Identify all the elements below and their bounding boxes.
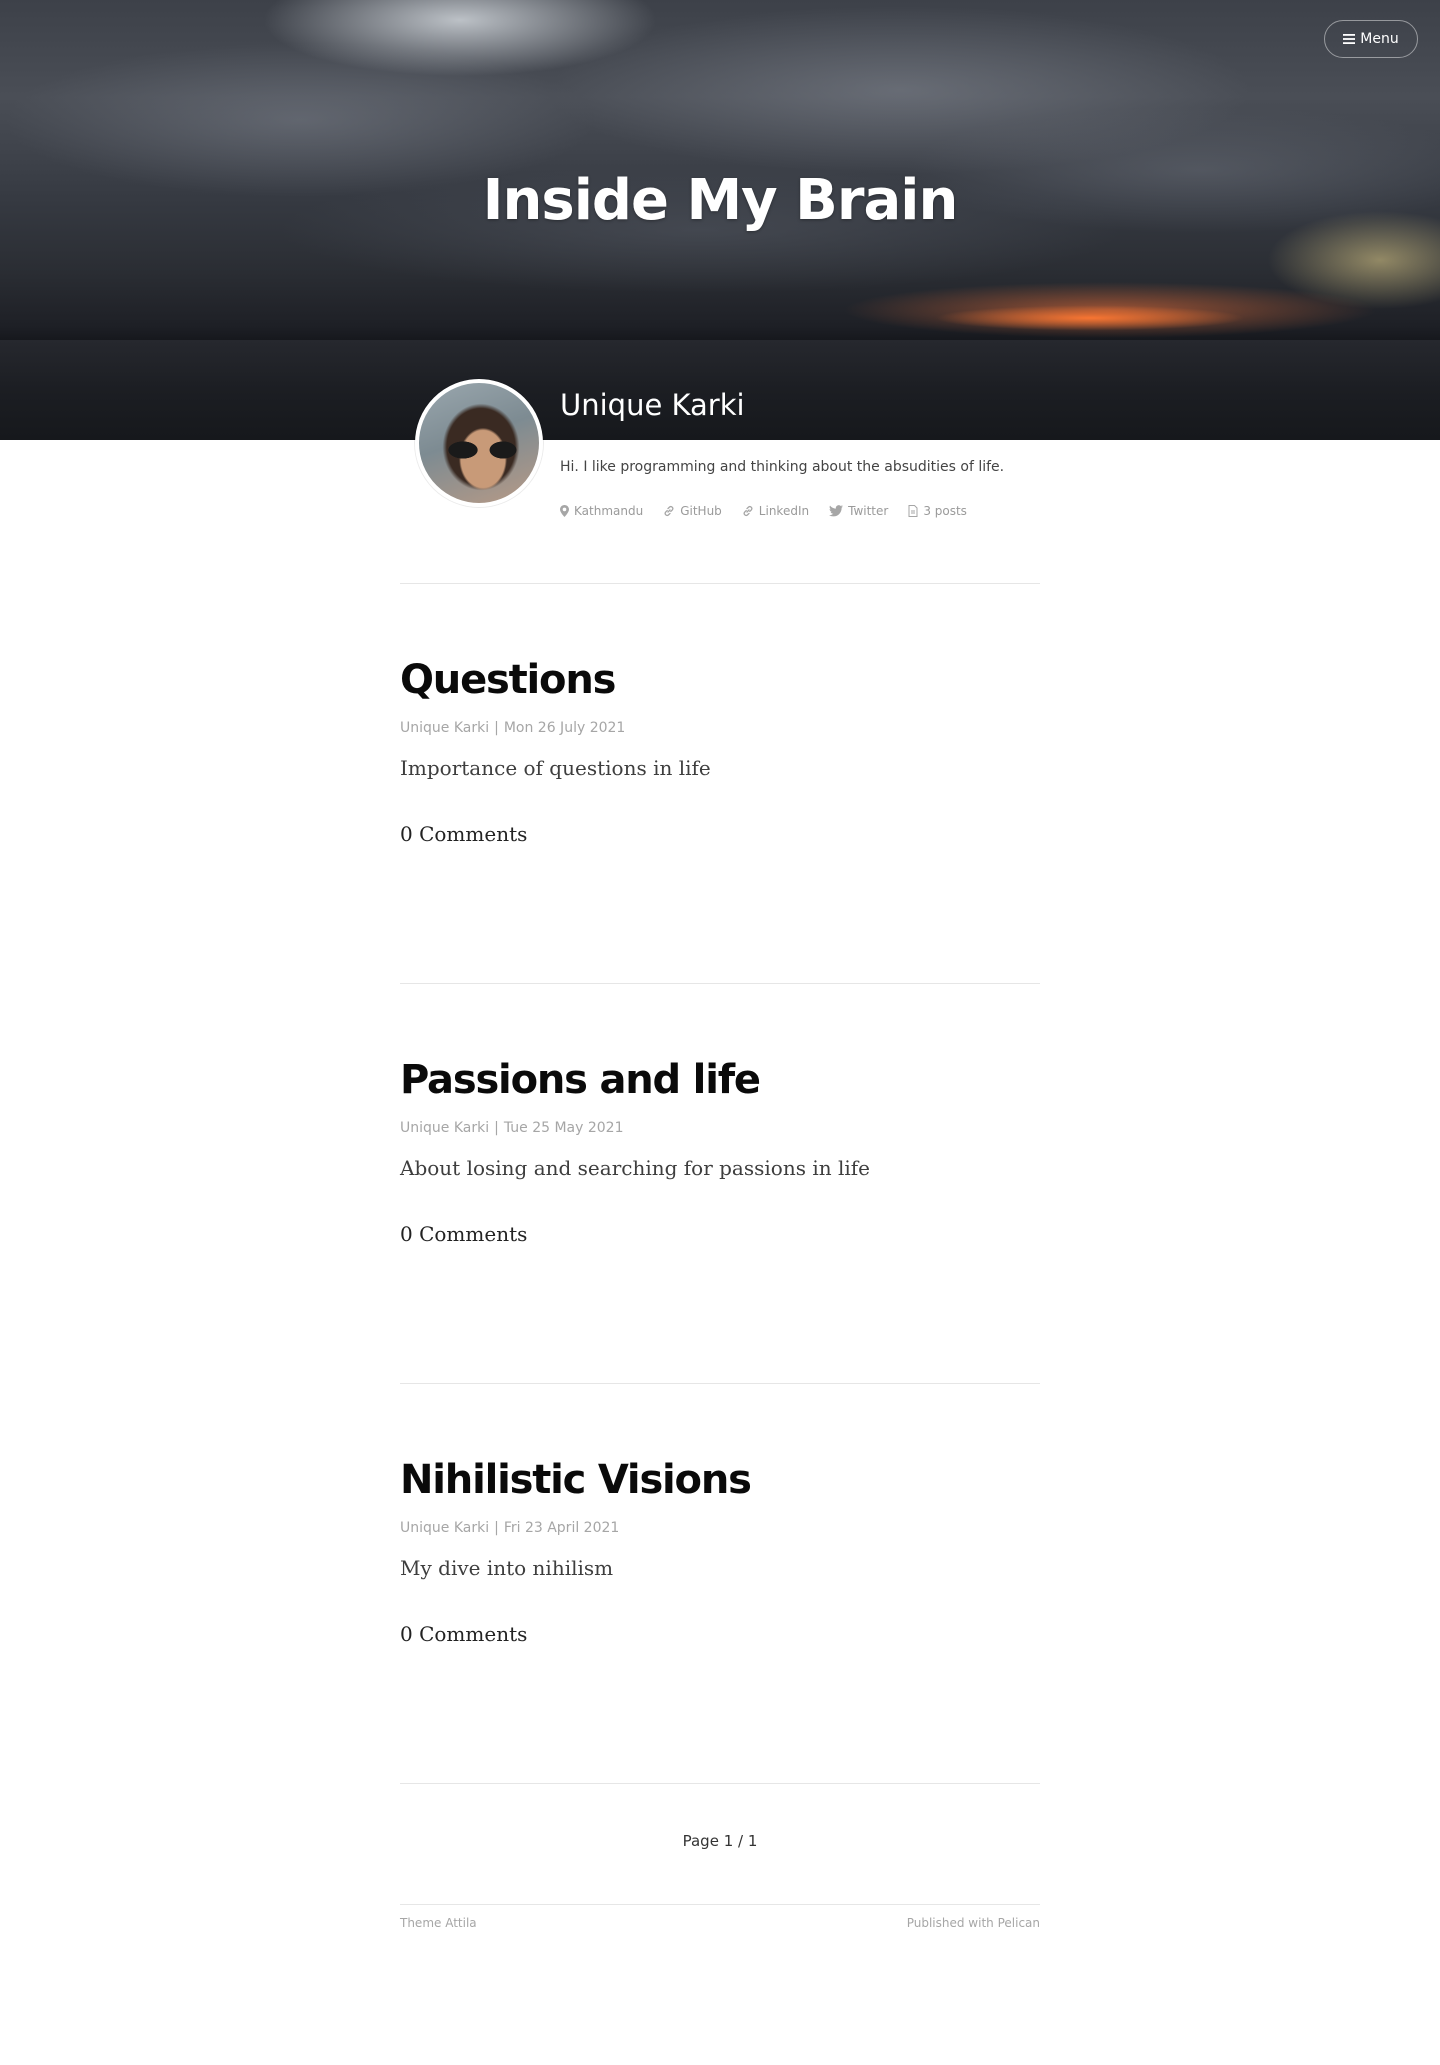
author-posts-label: 3 posts xyxy=(923,504,967,518)
document-icon xyxy=(908,505,918,517)
post-meta-separator: | xyxy=(494,1120,499,1136)
author-meta: Kathmandu GitHub LinkedIn Twitter 3 post… xyxy=(560,504,967,518)
post-title[interactable]: Nihilistic Visions xyxy=(400,1454,1040,1506)
twitter-bird-icon xyxy=(829,505,844,517)
post-meta-separator: | xyxy=(494,720,499,736)
post-date: Tue 25 May 2021 xyxy=(503,1120,624,1136)
author-github-link[interactable]: GitHub xyxy=(663,504,722,518)
post-author[interactable]: Unique Karki xyxy=(400,1120,489,1136)
post-date: Fri 23 April 2021 xyxy=(503,1520,620,1536)
site-title[interactable]: Inside My Brain xyxy=(0,168,1440,233)
post-meta: Unique Karki | Tue 25 May 2021 xyxy=(400,1120,1040,1136)
author-avatar[interactable] xyxy=(415,379,543,507)
post-item: Nihilistic Visions Unique Karki | Fri 23 A… xyxy=(400,1454,1040,1646)
post-meta-separator: | xyxy=(494,1520,499,1536)
post-comments-link[interactable]: 0 Comments xyxy=(400,1222,527,1246)
menu-label: Menu xyxy=(1360,31,1399,47)
hamburger-icon xyxy=(1343,34,1356,44)
author-linkedin-label: LinkedIn xyxy=(758,504,810,518)
post-summary: About losing and searching for passions … xyxy=(400,1156,870,1180)
footer-divider xyxy=(400,1904,1040,1905)
post-comments-link[interactable]: 0 Comments xyxy=(400,1622,527,1646)
post-comments-link[interactable]: 0 Comments xyxy=(400,822,527,846)
author-linkedin-link[interactable]: LinkedIn xyxy=(742,504,809,518)
divider xyxy=(400,1783,1040,1784)
post-summary: My dive into nihilism xyxy=(400,1556,614,1580)
post-item: Questions Unique Karki | Mon 26 July 2021 … xyxy=(400,654,1040,846)
link-icon xyxy=(743,505,753,517)
divider xyxy=(400,1383,1040,1384)
author-github-label: GitHub xyxy=(680,504,722,518)
post-title[interactable]: Passions and life xyxy=(400,1054,1040,1106)
divider xyxy=(400,983,1040,984)
post-author[interactable]: Unique Karki xyxy=(400,1520,489,1536)
author-posts-count: 3 posts xyxy=(908,504,967,518)
hero-header: Inside My Brain xyxy=(0,0,1440,440)
post-author[interactable]: Unique Karki xyxy=(400,720,489,736)
author-bio: Hi. I like programming and thinking abou… xyxy=(560,459,1005,475)
author-location: Kathmandu xyxy=(560,504,643,518)
post-meta: Unique Karki | Fri 23 April 2021 xyxy=(400,1520,1040,1536)
post-meta: Unique Karki | Mon 26 July 2021 xyxy=(400,720,1040,736)
post-summary: Importance of questions in life xyxy=(400,756,711,780)
divider xyxy=(400,583,1040,584)
map-pin-icon xyxy=(560,505,569,517)
footer-published-link[interactable]: Published with Pelican xyxy=(840,1916,1040,1930)
post-date: Mon 26 July 2021 xyxy=(503,720,626,736)
post-title[interactable]: Questions xyxy=(400,654,1040,706)
author-twitter-label: Twitter xyxy=(848,504,889,518)
pagination-label: Page 1 / 1 xyxy=(682,1832,758,1850)
author-twitter-link[interactable]: Twitter xyxy=(829,504,888,518)
footer-theme-link[interactable]: Theme Attila xyxy=(400,1916,477,1930)
post-item: Passions and life Unique Karki | Tue 25 Ma… xyxy=(400,1054,1040,1246)
menu-button[interactable]: Menu xyxy=(1324,20,1418,58)
author-location-label: Kathmandu xyxy=(574,504,644,518)
author-name[interactable]: Unique Karki xyxy=(560,388,745,422)
link-icon xyxy=(664,505,674,517)
